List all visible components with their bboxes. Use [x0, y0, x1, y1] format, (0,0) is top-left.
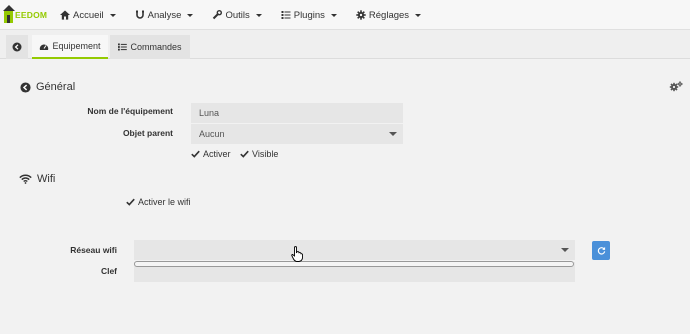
main-menu: Accueil Analyse Outils Plugins Réglages [60, 0, 440, 30]
wifi-icon [19, 174, 32, 184]
wrench-icon [212, 10, 223, 20]
arrow-left-circle-icon [20, 81, 31, 93]
jeedom-logo[interactable]: EEDOM [2, 2, 50, 26]
nav-outils[interactable]: Outils [212, 9, 262, 21]
nav-plugins[interactable]: Plugins [281, 10, 337, 21]
chevron-down-icon [415, 13, 422, 17]
analyse-icon [135, 10, 145, 20]
check-icon [191, 150, 200, 159]
tab-equipement[interactable]: Equipement [32, 35, 108, 59]
chevron-down-icon [330, 13, 337, 17]
check-icon [126, 198, 135, 207]
cogs-icon [669, 81, 683, 92]
gear-icon [356, 10, 366, 20]
wifi-section-title: Wifi [19, 173, 55, 185]
list-icon [118, 43, 128, 51]
top-navbar: EEDOM Accueil Analyse Outils Plugins Rég… [0, 0, 690, 30]
tab-equipement-label: Equipement [52, 41, 101, 51]
activer-label: Activer [203, 149, 231, 159]
activer-checkbox[interactable]: Activer [191, 149, 231, 159]
wifi-title: Wifi [37, 173, 56, 185]
dashboard-icon [40, 44, 49, 50]
nav-reglages-label: Réglages [368, 9, 410, 21]
logo-text: EEDOM [15, 10, 48, 20]
nav-accueil[interactable]: Accueil [60, 10, 116, 21]
nav-outils-label: Outils [225, 9, 250, 21]
chevron-down-icon [561, 248, 569, 252]
refresh-icon [597, 246, 605, 255]
list-icon [281, 10, 291, 20]
nav-analyse-label: Analyse [147, 9, 182, 21]
tab-commandes[interactable]: Commandes [110, 35, 190, 59]
nav-reglages[interactable]: Réglages [356, 9, 422, 21]
chevron-down-icon [389, 132, 397, 136]
name-label: Nom de l'équipement [87, 106, 173, 116]
chevron-down-icon [187, 13, 194, 17]
network-select[interactable] [134, 240, 575, 260]
equipment-panel [0, 59, 690, 334]
network-label: Réseau wifi [70, 245, 117, 255]
check-icon [240, 150, 249, 159]
visible-checkbox[interactable]: Visible [240, 149, 278, 159]
field-resize-handle[interactable] [134, 261, 574, 267]
activer-wifi-label: Activer le wifi [138, 197, 191, 207]
activer-wifi-checkbox[interactable]: Activer le wifi [126, 197, 191, 207]
nav-analyse[interactable]: Analyse [135, 10, 194, 21]
parent-select[interactable]: Aucun [191, 124, 403, 144]
arrow-left-circle-icon [12, 42, 22, 52]
home-icon [60, 10, 70, 20]
nav-accueil-label: Accueil [73, 9, 104, 21]
key-label: Clef [100, 266, 117, 276]
advanced-config-button[interactable] [669, 81, 683, 94]
name-field[interactable]: Luna [191, 103, 403, 123]
hand-cursor-icon [291, 246, 303, 264]
general-title: Général [36, 81, 76, 93]
tab-commandes-label: Commandes [130, 42, 182, 52]
tab-bar: Equipement Commandes [0, 35, 690, 59]
nav-plugins-label: Plugins [293, 9, 325, 21]
refresh-networks-button[interactable] [592, 241, 610, 260]
parent-label: Objet parent [122, 128, 173, 138]
chevron-down-icon [109, 13, 116, 17]
back-tab[interactable] [6, 35, 28, 59]
visible-label: Visible [252, 149, 279, 159]
general-section-title: Général [20, 81, 75, 93]
chevron-down-icon [255, 13, 262, 17]
parent-value: Aucun [199, 129, 225, 139]
house-logo-icon [3, 5, 15, 23]
name-value: Luna [199, 108, 220, 118]
